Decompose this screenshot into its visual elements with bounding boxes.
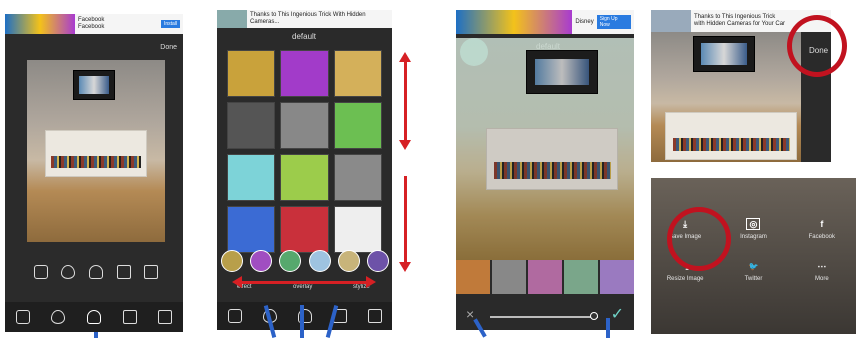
bottom-toolbar xyxy=(5,302,183,332)
photo-tv xyxy=(693,36,755,72)
filter-thumb[interactable] xyxy=(227,206,276,253)
ad-image xyxy=(456,10,573,34)
filter-thumb[interactable] xyxy=(333,154,382,201)
filter-thumb[interactable] xyxy=(492,260,526,294)
pointer-arrow xyxy=(606,318,610,338)
filter-thumb[interactable] xyxy=(227,102,276,149)
filter-thumbnails xyxy=(227,50,382,253)
filter-thumb[interactable] xyxy=(564,260,598,294)
photo-shelf xyxy=(486,128,618,190)
ad-signup-button[interactable]: Sign Up Now xyxy=(596,15,631,29)
ad-line1: Facebook xyxy=(78,17,105,23)
filter-thumb[interactable] xyxy=(280,102,329,149)
vertical-arrow-top xyxy=(404,60,407,142)
photo-tv xyxy=(73,70,115,100)
bulb-icon[interactable] xyxy=(86,310,101,324)
text-icon[interactable] xyxy=(158,310,173,324)
document-icon[interactable] xyxy=(116,265,131,279)
filter-thumb[interactable] xyxy=(280,206,329,253)
swatch[interactable] xyxy=(308,250,331,272)
photo-shelf xyxy=(45,130,147,177)
drop-icon[interactable] xyxy=(51,310,66,324)
ad-banner[interactable]: Thanks to This Ingenious Trick With Hidd… xyxy=(217,10,392,28)
filter-thumb[interactable] xyxy=(227,50,276,97)
filter-name: default xyxy=(292,32,317,41)
camera-icon[interactable] xyxy=(15,310,30,324)
ad-line2: Facebook xyxy=(78,24,105,30)
share-label: Facebook xyxy=(808,234,835,240)
share-twitter[interactable]: 🐦 Twitter xyxy=(719,260,787,283)
document-icon[interactable] xyxy=(122,310,137,324)
filter-thumb[interactable] xyxy=(600,260,634,294)
ad-image xyxy=(651,10,691,32)
ad-banner[interactable]: Disney Sign Up Now xyxy=(456,10,634,34)
photo-shelf xyxy=(665,112,797,160)
intensity-slider[interactable] xyxy=(490,316,598,318)
swatch[interactable] xyxy=(221,250,243,272)
share-label: Twitter xyxy=(744,276,763,282)
pointer-arrow xyxy=(300,305,304,338)
more-icon: ⋯ xyxy=(817,260,827,271)
arrow-head-left xyxy=(232,276,242,288)
ad-text: Disney xyxy=(575,18,594,25)
done-button[interactable]: Done xyxy=(160,44,177,51)
panel-filter-preview: Disney Sign Up Now default × ✓ xyxy=(456,10,634,330)
text-icon[interactable] xyxy=(367,309,382,323)
arrow-head-right xyxy=(366,276,376,288)
swatch[interactable] xyxy=(337,250,360,272)
ad-image xyxy=(217,10,247,28)
arrow-head-up xyxy=(399,52,411,62)
filter-thumb[interactable] xyxy=(333,206,382,253)
photo-canvas xyxy=(456,38,634,260)
filter-thumb[interactable] xyxy=(280,50,329,97)
bottom-toolbar xyxy=(217,302,392,330)
tab-overlay[interactable]: overlay xyxy=(293,284,312,290)
drop-icon[interactable] xyxy=(61,265,76,279)
filter-thumb[interactable] xyxy=(333,50,382,97)
horizontal-arrow xyxy=(240,281,368,284)
ad-title: Thanks to This Ingenious Trick With Hidd… xyxy=(250,12,366,25)
filter-thumb[interactable] xyxy=(333,102,382,149)
filter-thumb[interactable] xyxy=(528,260,562,294)
camera-icon[interactable] xyxy=(33,265,48,279)
panel-editor-main: Facebook Facebook Install Done xyxy=(5,14,183,332)
share-facebook[interactable]: f Facebook xyxy=(788,218,856,240)
text-icon[interactable] xyxy=(144,265,159,279)
share-label: Instagram xyxy=(740,234,767,240)
photo-canvas xyxy=(651,32,801,162)
slider-knob[interactable] xyxy=(590,312,598,320)
ad-image xyxy=(5,14,75,34)
secondary-toolbar xyxy=(27,262,165,282)
filter-strip xyxy=(456,260,634,294)
swatch[interactable] xyxy=(279,250,302,272)
ad-text: Facebook Facebook xyxy=(75,17,161,31)
filter-thumb[interactable] xyxy=(280,154,329,201)
vertical-arrow-bottom xyxy=(404,176,407,264)
photo-canvas xyxy=(27,60,165,242)
pointer-arrow xyxy=(94,332,98,338)
instagram-icon: ◎ xyxy=(746,218,761,230)
photo-tv xyxy=(526,50,598,94)
arrow-head-down xyxy=(399,262,411,272)
share-more[interactable]: ⋯ More xyxy=(788,260,856,283)
share-label: Resize Image xyxy=(666,276,704,282)
camera-icon[interactable] xyxy=(227,309,242,323)
ad-install-button[interactable]: Install xyxy=(160,20,180,28)
highlight-circle-done xyxy=(787,15,847,77)
arrow-head-down xyxy=(399,140,411,150)
twitter-icon: 🐦 xyxy=(748,261,759,271)
swatch[interactable] xyxy=(250,250,273,272)
highlight-circle-save xyxy=(667,207,731,271)
facebook-icon: f xyxy=(820,219,824,229)
filter-thumb[interactable] xyxy=(227,154,276,201)
bulb-icon[interactable] xyxy=(88,265,103,279)
filter-swatch-row xyxy=(221,250,389,272)
swatch[interactable] xyxy=(366,250,389,272)
confirm-button[interactable]: ✓ xyxy=(611,304,624,324)
filter-thumb[interactable] xyxy=(456,260,490,294)
ad-banner[interactable]: Facebook Facebook Install xyxy=(5,14,183,34)
share-label: More xyxy=(814,276,829,282)
